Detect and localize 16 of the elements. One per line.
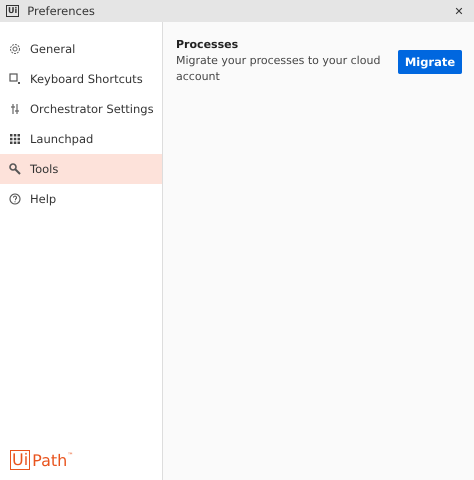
sidebar-item[interactable]: Keyboard Shortcuts xyxy=(0,64,162,94)
sidebar-item[interactable]: Help xyxy=(0,184,162,214)
sidebar-item[interactable]: Orchestrator Settings xyxy=(0,94,162,124)
help-icon xyxy=(9,193,21,205)
window-title: Preferences xyxy=(27,4,95,18)
sidebar-item[interactable]: General xyxy=(0,34,162,64)
section-description: Migrate your processes to your cloud account xyxy=(176,53,382,85)
gear-icon xyxy=(9,43,21,55)
close-button[interactable]: ✕ xyxy=(444,4,474,18)
sliders-icon xyxy=(9,103,21,115)
grid-icon xyxy=(9,133,21,145)
section-title: Processes xyxy=(176,38,240,51)
sidebar-item[interactable]: Launchpad xyxy=(0,124,162,154)
sidebar-item[interactable]: Tools xyxy=(0,154,162,184)
migrate-button[interactable]: Migrate xyxy=(398,50,462,74)
app-logo: Ui xyxy=(6,5,20,17)
